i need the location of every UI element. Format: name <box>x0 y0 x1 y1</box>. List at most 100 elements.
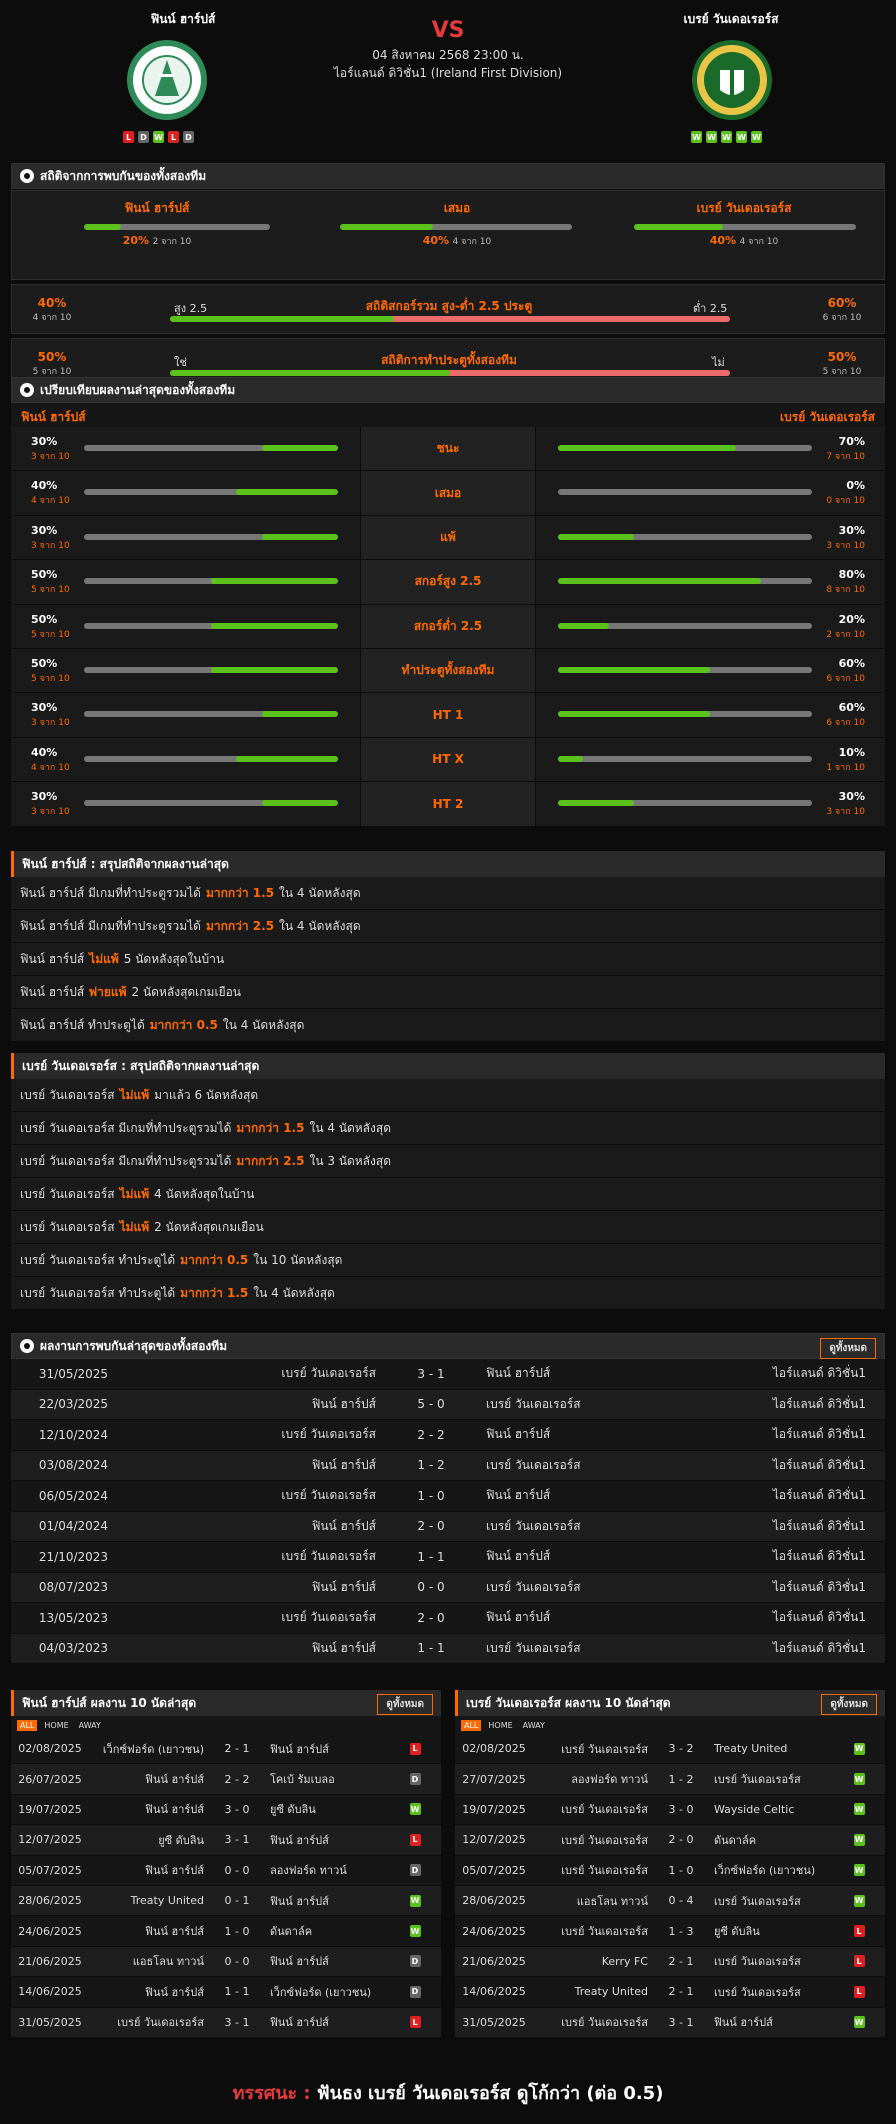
match-away[interactable]: ฟินน์ ฮาร์ปส์ <box>270 1740 400 1758</box>
tab-all[interactable]: ALL <box>17 1719 38 1731</box>
match-home[interactable]: เบรย์ วันเดอเรอร์ส <box>533 1740 648 1758</box>
match-home[interactable]: เว็กซ์ฟอร์ด (เยาวชน) <box>89 1740 204 1758</box>
last-match-row[interactable]: 31/05/2025 เบรย์ วันเดอเรอร์ส 3 - 1 ฟินน์ ฮ… <box>11 2007 441 2038</box>
last-match-row[interactable]: 05/07/2025 เบรย์ วันเดอเรอร์ส 1 - 0 เว็กซ์ฟ… <box>455 1855 885 1886</box>
h2h-row[interactable]: 08/07/2023 ฟินน์ ฮาร์ปส์ 0 - 0 เบรย์ วันเดอ… <box>11 1572 885 1603</box>
away-team-logo[interactable] <box>690 38 774 122</box>
last-match-row[interactable]: 14/06/2025 Treaty United 2 - 1 เบรย์ วันเดอ… <box>455 1977 885 2008</box>
h2h-row[interactable]: 12/10/2024 เบรย์ วันเดอเรอร์ส 2 - 2 ฟินน์ ฮ… <box>11 1420 885 1451</box>
h2h-away[interactable]: ฟินน์ ฮาร์ปส์ <box>486 1486 686 1505</box>
match-home[interactable]: ฟินน์ ฮาร์ปส์ <box>89 1861 204 1879</box>
last-match-row[interactable]: 31/05/2025 เบรย์ วันเดอเรอร์ส 3 - 1 ฟินน์ ฮ… <box>455 2007 885 2038</box>
tab-away[interactable]: AWAY <box>520 1720 548 1731</box>
match-home[interactable]: Kerry FC <box>533 1955 648 1968</box>
match-home[interactable]: เบรย์ วันเดอเรอร์ส <box>533 1922 648 1940</box>
match-away[interactable]: โคเบ้ รัมเบลอ <box>270 1770 400 1788</box>
h2h-home[interactable]: ฟินน์ ฮาร์ปส์ <box>136 1456 376 1475</box>
tab-home[interactable]: HOME <box>41 1720 71 1731</box>
match-home[interactable]: ฟินน์ ฮาร์ปส์ <box>89 1800 204 1818</box>
match-away[interactable]: ฟินน์ ฮาร์ปส์ <box>714 2013 844 2031</box>
tab-home[interactable]: HOME <box>485 1720 515 1731</box>
match-home[interactable]: ฟินน์ ฮาร์ปส์ <box>89 1922 204 1940</box>
match-home[interactable]: ฟินน์ ฮาร์ปส์ <box>89 1770 204 1788</box>
h2h-row[interactable]: 04/03/2023 ฟินน์ ฮาร์ปส์ 1 - 1 เบรย์ วันเดอ… <box>11 1633 885 1664</box>
h2h-home[interactable]: เบรย์ วันเดอเรอร์ส <box>136 1486 376 1505</box>
last-match-row[interactable]: 19/07/2025 ฟินน์ ฮาร์ปส์ 3 - 0 ยูซี ดับลิน W <box>11 1794 441 1826</box>
last-match-row[interactable]: 02/08/2025 เว็กซ์ฟอร์ด (เยาวชน) 2 - 1 ฟินน์… <box>11 1734 441 1765</box>
match-away[interactable]: ฟินน์ ฮาร์ปส์ <box>270 1892 400 1910</box>
h2h-away[interactable]: ฟินน์ ฮาร์ปส์ <box>486 1425 686 1444</box>
h2h-row[interactable]: 13/05/2023 เบรย์ วันเดอเรอร์ส 2 - 0 ฟินน์ ฮ… <box>11 1603 885 1634</box>
match-away[interactable]: Wayside Celtic <box>714 1803 844 1816</box>
last-match-row[interactable]: 28/06/2025 Treaty United 0 - 1 ฟินน์ ฮาร์ปส… <box>11 1885 441 1917</box>
h2h-away[interactable]: เบรย์ วันเดอเรอร์ส <box>486 1517 686 1536</box>
h2h-away[interactable]: เบรย์ วันเดอเรอร์ส <box>486 1395 686 1414</box>
last-match-row[interactable]: 12/07/2025 เบรย์ วันเดอเรอร์ส 2 - 0 ดันดาล์… <box>455 1825 885 1856</box>
h2h-row[interactable]: 31/05/2025 เบรย์ วันเดอเรอร์ส 3 - 1 ฟินน์ ฮ… <box>11 1359 885 1390</box>
match-home[interactable]: Treaty United <box>89 1894 204 1907</box>
match-home[interactable]: ยูซี ดับลิน <box>89 1831 204 1849</box>
match-home[interactable]: แอธโลน ทาวน์ <box>89 1952 204 1970</box>
match-away[interactable]: ดันดาล์ค <box>714 1831 844 1849</box>
match-home[interactable]: แอธโลน ทาวน์ <box>533 1892 648 1910</box>
match-away[interactable]: เบรย์ วันเดอเรอร์ส <box>714 1952 844 1970</box>
h2h-row[interactable]: 22/03/2025 ฟินน์ ฮาร์ปส์ 5 - 0 เบรย์ วันเดอ… <box>11 1389 885 1420</box>
match-away[interactable]: ยูซี ดับลิน <box>714 1922 844 1940</box>
h2h-row[interactable]: 03/08/2024 ฟินน์ ฮาร์ปส์ 1 - 2 เบรย์ วันเดอ… <box>11 1450 885 1481</box>
h2h-view-all-button[interactable]: ดูทั้งหมด <box>820 1338 876 1359</box>
h2h-row[interactable]: 21/10/2023 เบรย์ วันเดอเรอร์ส 1 - 1 ฟินน์ ฮ… <box>11 1542 885 1573</box>
h2h-home[interactable]: ฟินน์ ฮาร์ปส์ <box>136 1517 376 1536</box>
last-match-row[interactable]: 26/07/2025 ฟินน์ ฮาร์ปส์ 2 - 2 โคเบ้ รัมเบล… <box>11 1764 441 1795</box>
match-away[interactable]: เบรย์ วันเดอเรอร์ส <box>714 1770 844 1788</box>
h2h-home[interactable]: ฟินน์ ฮาร์ปส์ <box>136 1639 376 1658</box>
last-match-row[interactable]: 24/06/2025 ฟินน์ ฮาร์ปส์ 1 - 0 ดันดาล์ค W <box>11 1916 441 1947</box>
match-away[interactable]: เว็กซ์ฟอร์ด (เยาวชน) <box>270 1983 400 2001</box>
tab-all[interactable]: ALL <box>461 1719 482 1731</box>
match-away[interactable]: ฟินน์ ฮาร์ปส์ <box>270 2013 400 2031</box>
last-match-row[interactable]: 21/06/2025 แอธโลน ทาวน์ 0 - 0 ฟินน์ ฮาร์ปส์… <box>11 1946 441 1978</box>
last-match-row[interactable]: 19/07/2025 เบรย์ วันเดอเรอร์ส 3 - 0 Wayside… <box>455 1794 885 1826</box>
match-away[interactable]: ดันดาล์ค <box>270 1922 400 1940</box>
match-home[interactable]: เบรย์ วันเดอเรอร์ส <box>533 1831 648 1849</box>
match-away[interactable]: ลองฟอร์ด ทาวน์ <box>270 1861 400 1879</box>
away-team-name[interactable]: เบรย์ วันเดอเรอร์ส <box>601 10 861 29</box>
match-home[interactable]: ฟินน์ ฮาร์ปส์ <box>89 1983 204 2001</box>
match-away[interactable]: เบรย์ วันเดอเรอร์ส <box>714 1892 844 1910</box>
tab-away[interactable]: AWAY <box>76 1720 104 1731</box>
h2h-away[interactable]: ฟินน์ ฮาร์ปส์ <box>486 1364 686 1383</box>
away-last10-view-all-button[interactable]: ดูทั้งหมด <box>821 1694 877 1715</box>
last-match-row[interactable]: 27/07/2025 ลองฟอร์ด ทาวน์ 1 - 2 เบรย์ วันเด… <box>455 1764 885 1795</box>
last-match-row[interactable]: 12/07/2025 ยูซี ดับลิน 3 - 1 ฟินน์ ฮาร์ปส์ L <box>11 1825 441 1856</box>
h2h-home[interactable]: เบรย์ วันเดอเรอร์ส <box>136 1608 376 1627</box>
h2h-home[interactable]: ฟินน์ ฮาร์ปส์ <box>136 1578 376 1597</box>
last-match-row[interactable]: 05/07/2025 ฟินน์ ฮาร์ปส์ 0 - 0 ลองฟอร์ด ทาว… <box>11 1855 441 1886</box>
h2h-row[interactable]: 06/05/2024 เบรย์ วันเดอเรอร์ส 1 - 0 ฟินน์ ฮ… <box>11 1481 885 1512</box>
match-home[interactable]: ลองฟอร์ด ทาวน์ <box>533 1770 648 1788</box>
match-away[interactable]: ฟินน์ ฮาร์ปส์ <box>270 1952 400 1970</box>
last-match-row[interactable]: 28/06/2025 แอธโลน ทาวน์ 0 - 4 เบรย์ วันเดอเ… <box>455 1885 885 1917</box>
match-home[interactable]: เบรย์ วันเดอเรอร์ส <box>533 1861 648 1879</box>
match-away[interactable]: เว็กซ์ฟอร์ด (เยาวชน) <box>714 1861 844 1879</box>
h2h-home[interactable]: เบรย์ วันเดอเรอร์ส <box>136 1547 376 1566</box>
match-away[interactable]: Treaty United <box>714 1742 844 1755</box>
match-away[interactable]: ยูซี ดับลิน <box>270 1800 400 1818</box>
match-home[interactable]: Treaty United <box>533 1985 648 1998</box>
h2h-away[interactable]: เบรย์ วันเดอเรอร์ส <box>486 1639 686 1658</box>
match-home[interactable]: เบรย์ วันเดอเรอร์ส <box>533 2013 648 2031</box>
last-match-row[interactable]: 21/06/2025 Kerry FC 2 - 1 เบรย์ วันเดอเรอร์… <box>455 1946 885 1978</box>
last-match-row[interactable]: 14/06/2025 ฟินน์ ฮาร์ปส์ 1 - 1 เว็กซ์ฟอร์ด … <box>11 1977 441 2008</box>
match-away[interactable]: ฟินน์ ฮาร์ปส์ <box>270 1831 400 1849</box>
last-match-row[interactable]: 02/08/2025 เบรย์ วันเดอเรอร์ส 3 - 2 Treaty … <box>455 1734 885 1765</box>
match-home[interactable]: เบรย์ วันเดอเรอร์ส <box>533 1800 648 1818</box>
h2h-home[interactable]: เบรย์ วันเดอเรอร์ส <box>136 1364 376 1383</box>
h2h-row[interactable]: 01/04/2024 ฟินน์ ฮาร์ปส์ 2 - 0 เบรย์ วันเดอ… <box>11 1511 885 1542</box>
h2h-away[interactable]: ฟินน์ ฮาร์ปส์ <box>486 1608 686 1627</box>
h2h-home[interactable]: เบรย์ วันเดอเรอร์ส <box>136 1425 376 1444</box>
h2h-away[interactable]: เบรย์ วันเดอเรอร์ส <box>486 1578 686 1597</box>
home-last10-view-all-button[interactable]: ดูทั้งหมด <box>377 1694 433 1715</box>
last-match-row[interactable]: 24/06/2025 เบรย์ วันเดอเรอร์ส 1 - 3 ยูซี ดั… <box>455 1916 885 1947</box>
h2h-home[interactable]: ฟินน์ ฮาร์ปส์ <box>136 1395 376 1414</box>
h2h-away[interactable]: เบรย์ วันเดอเรอร์ส <box>486 1456 686 1475</box>
match-home[interactable]: เบรย์ วันเดอเรอร์ส <box>89 2013 204 2031</box>
match-away[interactable]: เบรย์ วันเดอเรอร์ส <box>714 1983 844 2001</box>
